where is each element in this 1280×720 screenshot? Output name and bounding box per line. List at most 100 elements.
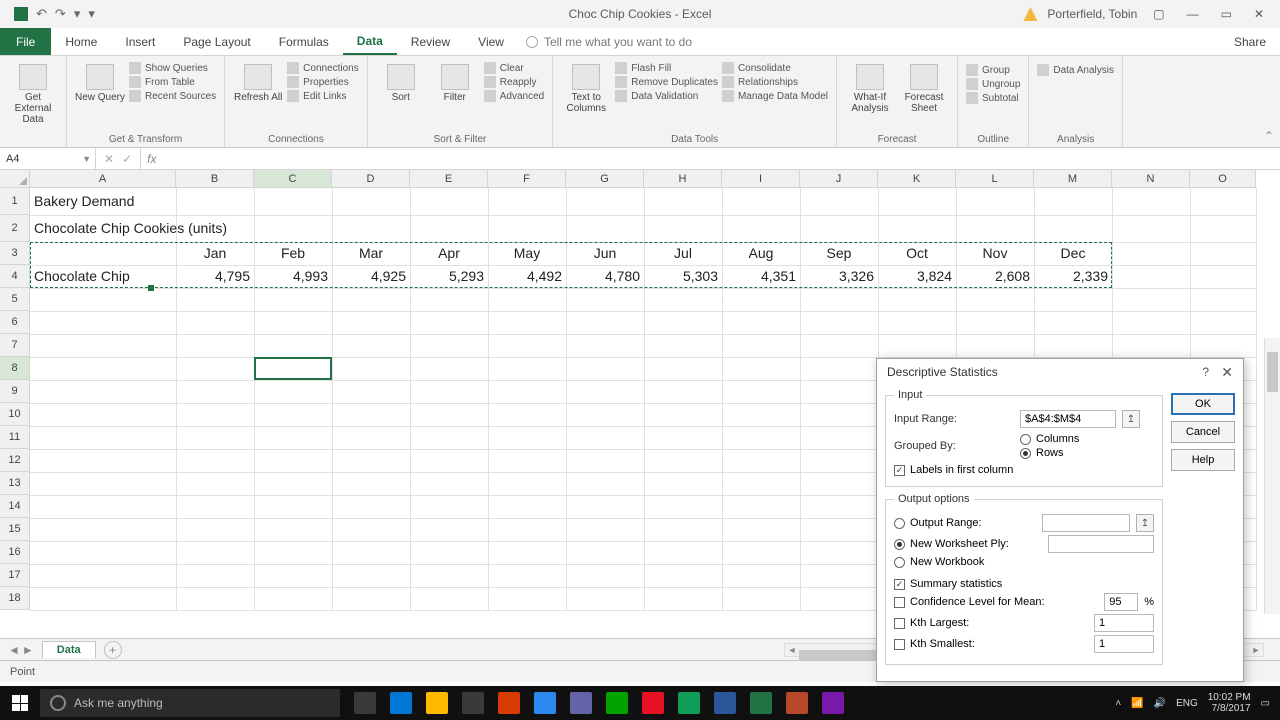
cell-M4[interactable]: 2,339 [1034, 265, 1112, 288]
taskbar-app-12[interactable] [780, 689, 814, 717]
col-header-K[interactable]: K [878, 170, 956, 188]
tell-me[interactable]: Tell me what you want to do [526, 28, 692, 55]
dialog-close-button[interactable]: ✕ [1221, 364, 1233, 381]
taskbar-app-2[interactable] [420, 689, 454, 717]
labels-first-column-check[interactable]: Labels in first column [894, 464, 1154, 476]
edit-links-button[interactable]: Edit Links [287, 90, 359, 102]
col-header-F[interactable]: F [488, 170, 566, 188]
cell-M3[interactable]: Dec [1034, 242, 1112, 265]
kth-smallest-check[interactable]: Kth Smallest: [894, 638, 975, 650]
data-validation-button[interactable]: Data Validation [615, 90, 718, 102]
tray-language[interactable]: ENG [1176, 698, 1198, 709]
row-header-6[interactable]: 6 [0, 311, 30, 334]
cell-J4[interactable]: 3,326 [800, 265, 878, 288]
data-analysis-button[interactable]: Data Analysis [1037, 60, 1114, 76]
row-header-16[interactable]: 16 [0, 541, 30, 564]
row-header-17[interactable]: 17 [0, 564, 30, 587]
row-header-13[interactable]: 13 [0, 472, 30, 495]
collapse-ribbon-button[interactable]: ⌃ [1264, 129, 1274, 143]
cell-J3[interactable]: Sep [800, 242, 878, 265]
sort-button[interactable]: Sort [376, 60, 426, 103]
minimize-button[interactable]: — [1181, 7, 1205, 21]
row-header-15[interactable]: 15 [0, 518, 30, 541]
consolidate-button[interactable]: Consolidate [722, 62, 828, 74]
cell-I3[interactable]: Aug [722, 242, 800, 265]
new-query-button[interactable]: New Query [75, 60, 125, 103]
name-box[interactable]: A4▼ [0, 148, 96, 169]
connections-button[interactable]: Connections [287, 62, 359, 74]
row-header-4[interactable]: 4 [0, 265, 30, 288]
undo-button[interactable]: ↶ [36, 6, 47, 22]
cell-L3[interactable]: Nov [956, 242, 1034, 265]
qat-customize[interactable]: ▾ [88, 6, 95, 22]
col-header-H[interactable]: H [644, 170, 722, 188]
new-sheet-button[interactable]: + [104, 641, 122, 659]
cell-B3[interactable]: Jan [176, 242, 254, 265]
relationships-button[interactable]: Relationships [722, 76, 828, 88]
reapply-button[interactable]: Reapply [484, 76, 544, 88]
taskbar-app-6[interactable] [564, 689, 598, 717]
confidence-level-check[interactable]: Confidence Level for Mean: [894, 596, 1045, 608]
output-range-picker[interactable]: ↥ [1136, 514, 1154, 532]
summary-statistics-check[interactable]: Summary statistics [894, 578, 1154, 590]
row-header-12[interactable]: 12 [0, 449, 30, 472]
col-header-E[interactable]: E [410, 170, 488, 188]
tab-page-layout[interactable]: Page Layout [169, 28, 264, 55]
show-queries-button[interactable]: Show Queries [129, 62, 216, 74]
input-range-field[interactable] [1020, 410, 1116, 428]
dialog-help-icon[interactable]: ? [1202, 365, 1209, 379]
redo-button[interactable]: ↷ [55, 6, 66, 22]
new-worksheet-radio[interactable]: New Worksheet Ply: [894, 538, 1009, 550]
what-if-analysis-button[interactable]: What-If Analysis [845, 60, 895, 114]
properties-button[interactable]: Properties [287, 76, 359, 88]
file-tab[interactable]: File [0, 28, 51, 55]
new-workbook-radio[interactable]: New Workbook [894, 556, 1154, 568]
tray-chevron-icon[interactable]: ˄ [1115, 698, 1121, 709]
row-header-3[interactable]: 3 [0, 242, 30, 265]
tab-formulas[interactable]: Formulas [265, 28, 343, 55]
cancel-formula-icon[interactable]: ✕ [104, 152, 114, 166]
start-button[interactable] [0, 695, 40, 711]
cell-F4[interactable]: 4,492 [488, 265, 566, 288]
group-button[interactable]: Group [966, 64, 1020, 76]
taskbar-app-4[interactable] [492, 689, 526, 717]
cell-K3[interactable]: Oct [878, 242, 956, 265]
tab-data[interactable]: Data [343, 28, 397, 55]
kth-smallest-field[interactable] [1094, 635, 1154, 653]
cell-H4[interactable]: 5,303 [644, 265, 722, 288]
output-range-radio[interactable]: Output Range: [894, 517, 982, 529]
col-header-C[interactable]: C [254, 170, 332, 188]
cell-D3[interactable]: Mar [332, 242, 410, 265]
recent-sources-button[interactable]: Recent Sources [129, 90, 216, 102]
refresh-all-button[interactable]: Refresh All [233, 60, 283, 103]
col-header-G[interactable]: G [566, 170, 644, 188]
cell-G4[interactable]: 4,780 [566, 265, 644, 288]
row-header-18[interactable]: 18 [0, 587, 30, 610]
input-range-picker[interactable]: ↥ [1122, 410, 1140, 428]
cell-D4[interactable]: 4,925 [332, 265, 410, 288]
col-header-I[interactable]: I [722, 170, 800, 188]
taskbar-app-3[interactable] [456, 689, 490, 717]
tab-review[interactable]: Review [397, 28, 464, 55]
cell-G3[interactable]: Jun [566, 242, 644, 265]
row-header-11[interactable]: 11 [0, 426, 30, 449]
remove-duplicates-button[interactable]: Remove Duplicates [615, 76, 718, 88]
row-header-1[interactable]: 1 [0, 188, 30, 215]
taskbar-app-11[interactable] [744, 689, 778, 717]
row-header-5[interactable]: 5 [0, 288, 30, 311]
subtotal-button[interactable]: Subtotal [966, 92, 1020, 104]
col-header-B[interactable]: B [176, 170, 254, 188]
cell-F3[interactable]: May [488, 242, 566, 265]
formula-input[interactable]: fx [141, 148, 1280, 169]
sheet-tab-data[interactable]: Data [42, 641, 96, 658]
ok-button[interactable]: OK [1171, 393, 1235, 415]
taskbar-app-1[interactable] [384, 689, 418, 717]
cell-K4[interactable]: 3,824 [878, 265, 956, 288]
col-header-D[interactable]: D [332, 170, 410, 188]
clear-button[interactable]: Clear [484, 62, 544, 74]
cell-H3[interactable]: Jul [644, 242, 722, 265]
col-header-J[interactable]: J [800, 170, 878, 188]
taskbar-app-13[interactable] [816, 689, 850, 717]
text-to-columns-button[interactable]: Text to Columns [561, 60, 611, 114]
col-header-O[interactable]: O [1190, 170, 1256, 188]
